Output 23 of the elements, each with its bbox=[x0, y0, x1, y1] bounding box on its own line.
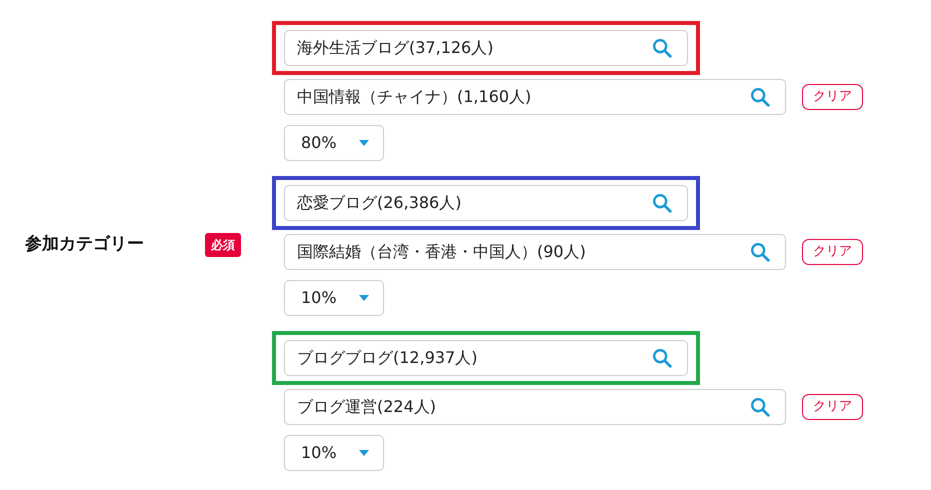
search-icon bbox=[651, 37, 673, 59]
search-icon bbox=[749, 86, 771, 108]
caret-icon bbox=[359, 450, 369, 456]
search-icon bbox=[651, 347, 673, 369]
field-label: 参加カテゴリー bbox=[25, 233, 145, 256]
required-badge: 必須 bbox=[205, 233, 241, 257]
search-icon bbox=[651, 192, 673, 214]
category-search-field[interactable]: 中国情報（チャイナ）(1,160人) bbox=[284, 79, 786, 115]
category-search-field[interactable]: 恋愛ブログ(26,386人) bbox=[284, 185, 688, 221]
caret-icon bbox=[359, 295, 369, 301]
ratio-dropdown[interactable]: 10% bbox=[284, 435, 384, 471]
clear-button[interactable]: クリア bbox=[802, 394, 863, 420]
category-search-field[interactable]: ブログ運営(224人) bbox=[284, 389, 786, 425]
category-search-field[interactable]: 国際結婚（台湾・香港・中国人）(90人) bbox=[284, 234, 786, 270]
clear-button[interactable]: クリア bbox=[802, 84, 863, 110]
category-search-field[interactable]: ブログブログ(12,937人) bbox=[284, 340, 688, 376]
ratio-dropdown[interactable]: 10% bbox=[284, 280, 384, 316]
search-icon bbox=[749, 241, 771, 263]
search-icon bbox=[749, 396, 771, 418]
clear-button[interactable]: クリア bbox=[802, 239, 863, 265]
ratio-dropdown[interactable]: 80% bbox=[284, 125, 384, 161]
category-search-field[interactable]: 海外生活ブログ(37,126人) bbox=[284, 30, 688, 66]
caret-icon bbox=[359, 140, 369, 146]
